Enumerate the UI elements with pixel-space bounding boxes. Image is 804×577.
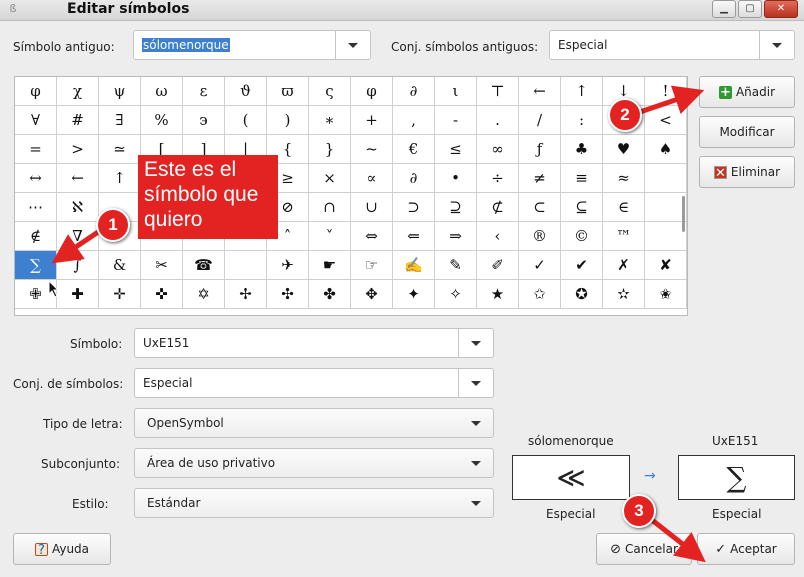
annotation-arrow-3 bbox=[650, 518, 706, 563]
annotation-badge-1: 1 bbox=[96, 208, 130, 242]
mouse-cursor-icon bbox=[48, 280, 60, 298]
annotation-badge-3: 3 bbox=[622, 494, 656, 528]
annotation-badge-2: 2 bbox=[608, 98, 642, 132]
annotation-arrow-2 bbox=[639, 85, 705, 115]
annotation-arrows bbox=[51, 85, 706, 563]
